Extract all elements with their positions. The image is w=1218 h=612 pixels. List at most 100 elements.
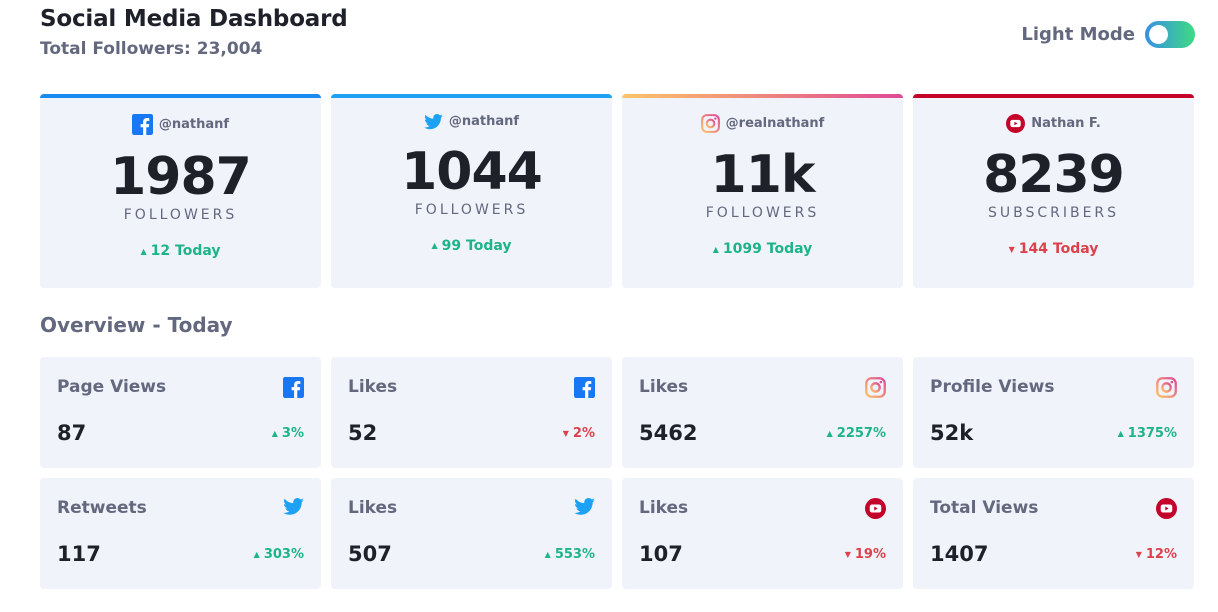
card-delta-value: 99 Today	[441, 237, 512, 254]
arrow-down-icon: ▼	[562, 429, 569, 438]
instagram-icon	[700, 114, 720, 133]
card-count: 8239	[983, 145, 1125, 205]
twitter-icon	[424, 114, 443, 130]
card-facebook[interactable]: @nathanf 1987 FOLLOWERS ▲ 12 Today	[40, 94, 321, 288]
card-handle-row: @nathanf	[40, 114, 321, 135]
instagram-icon	[1156, 377, 1177, 398]
arrow-up-icon: ▲	[826, 429, 833, 438]
tile-delta-value: 303%	[263, 547, 304, 562]
card-count: 11k	[710, 145, 816, 205]
overview-tile-instagram-likes[interactable]: Likes 5462 ▲ 2257%	[622, 357, 903, 468]
theme-toggle-group: Light Mode	[1021, 21, 1195, 48]
tile-value: 1407	[930, 542, 989, 566]
tile-label: Retweets	[57, 498, 147, 518]
tile-label: Likes	[639, 377, 689, 397]
tile-delta: ▲ 1375%	[1118, 426, 1177, 441]
card-unit: FOLLOWERS	[123, 207, 238, 223]
youtube-icon	[1006, 114, 1026, 133]
overview-grid: Page Views 87 ▲ 3% Likes 52 ▼ 2% Likes 546…	[40, 357, 1194, 589]
tile-delta-value: 1375%	[1127, 426, 1177, 441]
tile-value: 5462	[639, 421, 698, 445]
card-handle: Nathan F.	[1031, 116, 1101, 131]
arrow-up-icon: ▲	[1117, 429, 1124, 438]
tile-label: Page Views	[57, 377, 167, 397]
toggle-knob	[1149, 25, 1168, 44]
overview-tile-facebook-likes[interactable]: Likes 52 ▼ 2%	[331, 357, 612, 468]
card-handle-row: @nathanf	[331, 114, 612, 130]
theme-toggle-label: Light Mode	[1021, 24, 1135, 45]
card-accent-bar	[40, 94, 321, 98]
theme-toggle[interactable]	[1145, 21, 1195, 48]
overview-tile-twitter-likes[interactable]: Likes 507 ▲ 553%	[331, 478, 612, 589]
card-delta: ▼ 144 Today	[913, 241, 1194, 257]
overview-tile-twitter-retweets[interactable]: Retweets 117 ▲ 303%	[40, 478, 321, 589]
youtube-icon	[1156, 498, 1177, 519]
tile-delta: ▼ 2%	[563, 426, 595, 441]
overview-tile-facebook-page-views[interactable]: Page Views 87 ▲ 3%	[40, 357, 321, 468]
card-delta: ▲ 99 Today	[331, 238, 612, 254]
tile-delta-value: 12%	[1145, 547, 1177, 562]
overview-title: Overview - Today	[40, 313, 233, 337]
card-accent-bar	[622, 94, 903, 98]
card-delta: ▲ 1099 Today	[622, 241, 903, 257]
tile-label: Total Views	[930, 498, 1039, 518]
facebook-icon	[131, 114, 153, 135]
total-followers: Total Followers: 23,004	[40, 39, 263, 59]
card-unit: FOLLOWERS	[414, 201, 529, 218]
tile-value: 87	[57, 421, 87, 445]
tile-label: Likes	[348, 498, 398, 518]
tile-label: Likes	[639, 498, 689, 518]
arrow-up-icon: ▲	[431, 241, 438, 251]
page-title: Social Media Dashboard	[40, 6, 348, 32]
arrow-down-icon: ▼	[1008, 244, 1015, 254]
card-handle: @realnathanf	[725, 116, 825, 131]
card-handle-row: @realnathanf	[622, 114, 903, 133]
tile-delta: ▲ 3%	[272, 426, 304, 441]
tile-value: 507	[348, 542, 392, 566]
arrow-down-icon: ▼	[1135, 550, 1142, 559]
arrow-up-icon: ▲	[544, 550, 551, 559]
tile-delta-value: 2%	[572, 426, 595, 441]
card-instagram[interactable]: @realnathanf 11k FOLLOWERS ▲ 1099 Today	[622, 94, 903, 288]
card-handle: @nathanf	[158, 117, 230, 132]
card-twitter[interactable]: @nathanf 1044 FOLLOWERS ▲ 99 Today	[331, 94, 612, 288]
tile-value: 52	[348, 421, 378, 445]
tile-delta: ▼ 19%	[845, 547, 886, 562]
header: Social Media Dashboard Total Followers: …	[40, 6, 348, 59]
overview-tile-youtube-likes[interactable]: Likes 107 ▼ 19%	[622, 478, 903, 589]
twitter-icon	[574, 498, 595, 515]
card-delta: ▲ 12 Today	[40, 243, 321, 259]
facebook-icon	[283, 377, 304, 398]
facebook-icon	[574, 377, 595, 398]
card-delta-value: 1099 Today	[722, 241, 813, 257]
card-accent-bar	[331, 94, 612, 98]
arrow-up-icon: ▲	[712, 244, 719, 254]
card-unit: SUBSCRIBERS	[987, 205, 1120, 221]
tile-delta-value: 553%	[554, 547, 595, 562]
tile-delta-value: 3%	[281, 426, 304, 441]
follower-cards: @nathanf 1987 FOLLOWERS ▲ 12 Today @nath…	[40, 94, 1194, 288]
tile-delta: ▼ 12%	[1136, 547, 1177, 562]
tile-label: Likes	[348, 377, 398, 397]
card-unit: FOLLOWERS	[705, 205, 820, 221]
card-handle: @nathanf	[448, 114, 520, 130]
tile-value: 107	[639, 542, 683, 566]
card-handle-row: Nathan F.	[913, 114, 1194, 133]
tile-delta: ▲ 303%	[254, 547, 304, 562]
tile-delta-value: 19%	[854, 547, 886, 562]
twitter-icon	[283, 498, 304, 515]
arrow-up-icon: ▲	[253, 550, 260, 559]
tile-value: 52k	[930, 421, 974, 445]
arrow-down-icon: ▼	[844, 550, 851, 559]
tile-value: 117	[57, 542, 101, 566]
card-count: 1044	[401, 141, 543, 202]
card-count: 1987	[110, 147, 252, 207]
card-delta-value: 144 Today	[1018, 241, 1099, 257]
overview-tile-youtube-total-views[interactable]: Total Views 1407 ▼ 12%	[913, 478, 1194, 589]
overview-tile-instagram-profile-views[interactable]: Profile Views 52k ▲ 1375%	[913, 357, 1194, 468]
tile-delta: ▲ 553%	[545, 547, 595, 562]
arrow-up-icon: ▲	[271, 429, 278, 438]
tile-delta: ▲ 2257%	[827, 426, 886, 441]
card-youtube[interactable]: Nathan F. 8239 SUBSCRIBERS ▼ 144 Today	[913, 94, 1194, 288]
instagram-icon	[865, 377, 886, 398]
